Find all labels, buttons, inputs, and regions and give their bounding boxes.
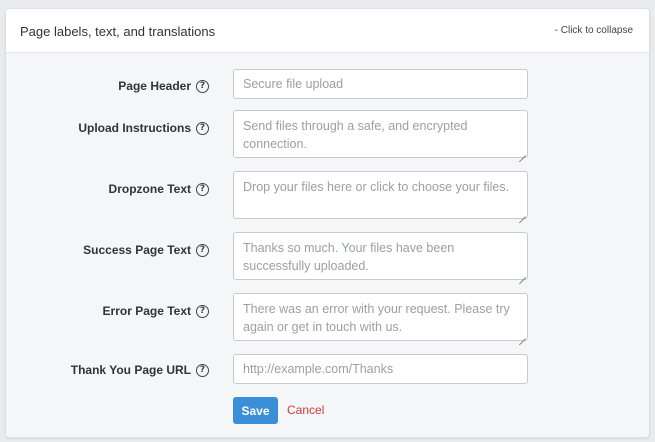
upload-instructions-textarea[interactable] [233,110,528,158]
panel-header[interactable]: Page labels, text, and translations - Cl… [6,9,649,53]
help-icon[interactable]: ? [196,183,209,196]
field-label-success-page-text: Success Page Text [83,243,191,257]
field-label-page-header: Page Header [118,79,191,93]
dropzone-text-textarea[interactable] [233,171,528,219]
field-label-thank-you-url: Thank You Page URL [70,363,191,377]
success-page-text-textarea[interactable] [233,232,528,280]
thank-you-url-input[interactable] [233,354,528,384]
page-header-input[interactable] [233,69,528,99]
cancel-link[interactable]: Cancel [287,403,324,417]
panel-title: Page labels, text, and translations [20,24,216,39]
help-icon[interactable]: ? [196,122,209,135]
field-label-error-page-text: Error Page Text [102,304,191,318]
collapse-link[interactable]: - Click to collapse [555,25,633,36]
help-icon[interactable]: ? [196,244,209,257]
error-page-text-textarea[interactable] [233,293,528,341]
field-label-upload-instructions: Upload Instructions [78,121,191,135]
translations-panel: Page labels, text, and translations - Cl… [5,8,650,438]
save-button[interactable]: Save [233,397,278,424]
help-icon[interactable]: ? [196,80,209,93]
help-icon[interactable]: ? [196,364,209,377]
help-icon[interactable]: ? [196,305,209,318]
field-label-dropzone-text: Dropzone Text [108,182,191,196]
